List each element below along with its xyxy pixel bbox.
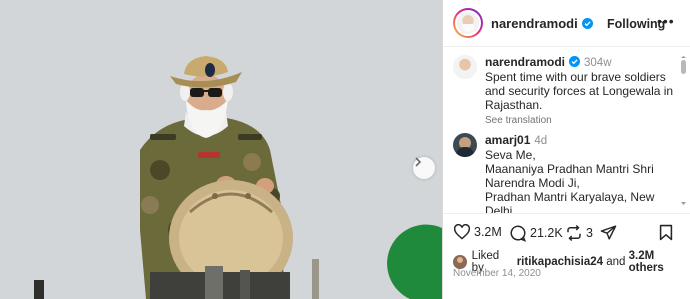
caption-time: 304w [584, 57, 612, 69]
comment-line: Pradhan Mantri Karyalaya, New [485, 190, 655, 204]
liker-avatar[interactable] [453, 255, 467, 269]
chevron-right-icon [415, 157, 422, 167]
more-options-button[interactable]: ••• [657, 13, 675, 29]
author-username[interactable]: narendramodi [491, 16, 593, 31]
liked-by-joiner: and [606, 256, 626, 268]
caption-username[interactable]: narendramodi [485, 55, 565, 69]
see-translation-link[interactable]: See translation [485, 114, 675, 128]
scrollbar-thumb[interactable] [681, 60, 686, 74]
post-sidebar: narendramodi Following ••• narendramodi 3… [442, 0, 690, 299]
heart-icon [453, 224, 471, 240]
comment-line: Seva Me, [485, 148, 536, 162]
repost-icon [567, 224, 581, 242]
comments-list[interactable]: narendramodi 304w Spent time with our bra… [443, 47, 677, 213]
comment-bubble-icon [510, 225, 527, 242]
comments-scrollbar[interactable] [680, 56, 687, 206]
caption-avatar[interactable] [453, 55, 477, 79]
repost-action[interactable]: 3 [565, 224, 593, 242]
comment-line: Narendra Modi Ji, [485, 176, 580, 190]
liked-by-user[interactable]: ritikapachisia24 [517, 256, 603, 268]
share-action[interactable] [600, 224, 617, 241]
post-image[interactable] [0, 0, 442, 299]
like-action[interactable]: 3.2M [453, 224, 502, 240]
paper-plane-icon [600, 225, 617, 240]
comment-line: Delhi [485, 204, 513, 213]
reposts-count: 3 [586, 226, 593, 240]
post-date[interactable]: November 14, 2020 [453, 268, 541, 279]
comments-count: 21.2K [530, 226, 563, 240]
instagram-post-view: narendramodi Following ••• narendramodi 3… [0, 0, 690, 299]
comment-time: 4d [534, 135, 548, 147]
author-avatar[interactable] [453, 8, 483, 38]
caption-text: Spent time with our brave soldiers and s… [485, 70, 674, 112]
liked-by-others[interactable]: 3.2M others [629, 250, 690, 274]
save-action[interactable] [659, 224, 673, 241]
post-actions: 3.2M 21.2K 3 Liked by ritikapachisia24 a… [443, 213, 690, 299]
comment-action[interactable]: 21.2K [509, 224, 563, 242]
post-header: narendramodi Following ••• [443, 0, 690, 47]
likes-count: 3.2M [474, 225, 502, 239]
commenter-username[interactable]: amarj01 [485, 133, 530, 147]
verified-badge-icon [569, 56, 581, 67]
next-image-button[interactable] [413, 157, 435, 179]
commenter-avatar[interactable] [453, 133, 477, 157]
post-photo-illustration [0, 0, 442, 299]
author-username-text[interactable]: narendramodi [491, 16, 578, 31]
verified-badge-icon [581, 17, 593, 29]
comment-line: Maananiya Pradhan Mantri Shri [485, 162, 654, 176]
bookmark-icon [659, 224, 673, 241]
